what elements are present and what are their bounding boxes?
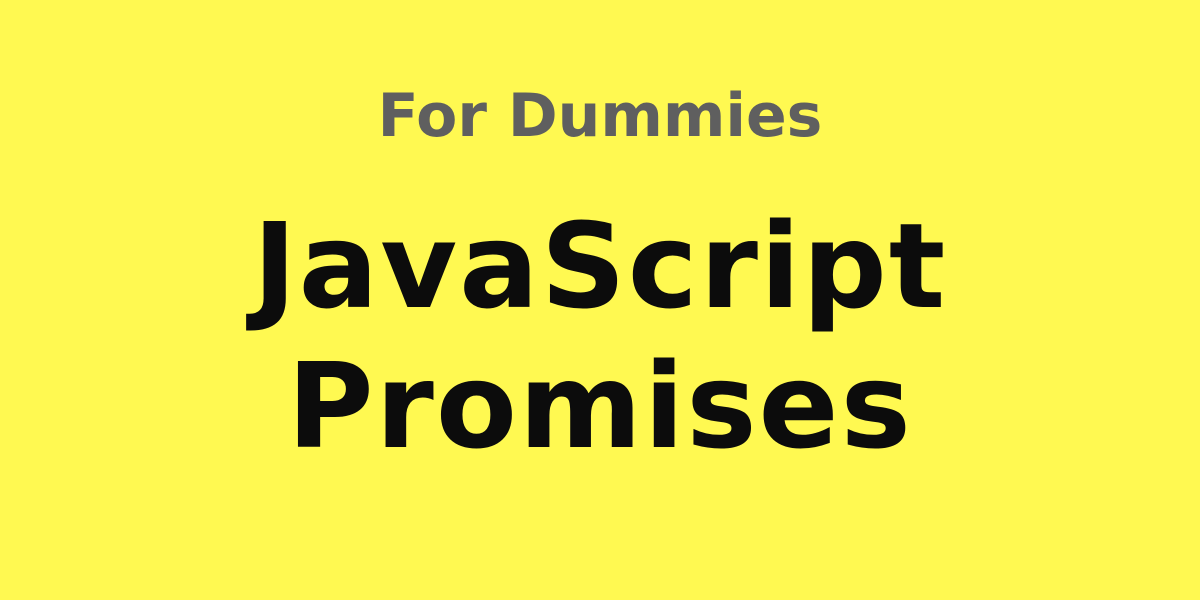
- title-banner: For Dummies JavaScript Promises: [0, 0, 1200, 600]
- title-line-promises: Promises: [287, 337, 913, 475]
- title-line-javascript: JavaScript: [252, 197, 948, 335]
- subtitle: For Dummies: [377, 81, 823, 151]
